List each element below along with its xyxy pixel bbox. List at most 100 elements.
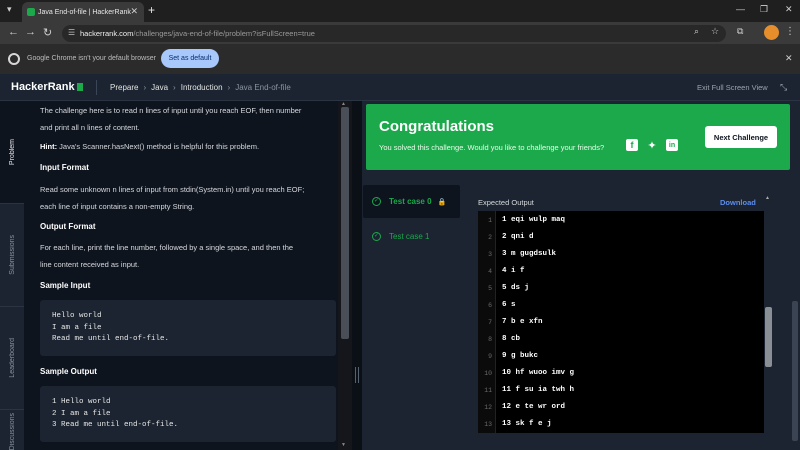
infobar-close-icon[interactable]: ✕ bbox=[785, 53, 793, 64]
output-format-line-1: For each line, print the line number, fo… bbox=[40, 243, 294, 252]
new-tab-icon[interactable]: + bbox=[148, 3, 155, 17]
output-line: 2 2 qni d bbox=[478, 230, 764, 247]
check-circle-icon: ✓ bbox=[372, 232, 381, 241]
tab-search-icon[interactable]: ▾ bbox=[7, 4, 12, 15]
output-format-line-2: line content received as input. bbox=[40, 260, 140, 269]
breadcrumb-java[interactable]: Java bbox=[151, 83, 168, 92]
reload-icon[interactable]: ↻ bbox=[43, 26, 52, 39]
line-text: 4 i f bbox=[502, 267, 525, 275]
output-scrollbar[interactable]: ▲ bbox=[764, 195, 773, 433]
profile-avatar[interactable] bbox=[764, 25, 779, 40]
test-case-0[interactable]: ✓ Test case 0 🔒 bbox=[363, 185, 460, 218]
line-number: 8 bbox=[488, 336, 492, 343]
chevron-right-icon: › bbox=[143, 83, 147, 92]
tab-close-icon[interactable]: ✕ bbox=[130, 6, 138, 17]
line-number: 3 bbox=[488, 251, 492, 258]
line-text: 1 eqi wulp maq bbox=[502, 216, 566, 224]
scrollbar-thumb[interactable] bbox=[792, 301, 798, 441]
congratulations-banner: Congratulations You solved this challeng… bbox=[366, 104, 790, 170]
panel-splitter[interactable] bbox=[352, 101, 362, 450]
output-line: 11 11 f su ia twh h bbox=[478, 383, 764, 400]
code-line: 3 Read me until end-of-file. bbox=[52, 421, 179, 429]
restore-icon[interactable]: ❐ bbox=[760, 4, 768, 15]
tab-submissions-label: Submissions bbox=[8, 235, 16, 275]
breadcrumb-current: Java End-of-file bbox=[235, 83, 291, 92]
code-line: Read me until end-of-file. bbox=[52, 335, 170, 343]
output-line: 9 9 g bukc bbox=[478, 349, 764, 366]
line-text: 5 ds j bbox=[502, 284, 530, 292]
download-link[interactable]: Download bbox=[720, 198, 756, 207]
hackerrank-logo[interactable]: HackerRank bbox=[11, 81, 83, 93]
output-line: 1 1 eqi wulp maq bbox=[478, 213, 764, 230]
breadcrumb-prepare[interactable]: Prepare bbox=[110, 83, 138, 92]
chevron-right-icon: › bbox=[227, 83, 231, 92]
output-line: 4 4 i f bbox=[478, 264, 764, 281]
tab-problem-label: Problem bbox=[8, 138, 16, 166]
scroll-down-icon[interactable]: ▼ bbox=[341, 442, 346, 448]
lock-icon: 🔒 bbox=[437, 198, 447, 206]
scroll-up-icon[interactable]: ▲ bbox=[765, 195, 770, 201]
left-rail: Problem Submissions Leaderboard Discussi… bbox=[0, 101, 24, 450]
back-icon[interactable]: ← bbox=[8, 26, 19, 38]
line-text: 9 g bukc bbox=[502, 352, 539, 360]
exit-fullscreen-link[interactable]: Exit Full Screen View bbox=[697, 83, 768, 92]
site-header: HackerRank Prepare › Java › Introduction… bbox=[0, 74, 800, 101]
line-number: 7 bbox=[488, 319, 492, 326]
problem-scrollbar[interactable]: ▲ ▼ bbox=[338, 101, 352, 450]
bookmark-star-icon[interactable]: ☆ bbox=[711, 26, 719, 37]
address-bar-row: ← → ↻ ☰ hackerrank.com/challenges/java-e… bbox=[0, 22, 800, 44]
output-line: 5 5 ds j bbox=[478, 281, 764, 298]
line-text: 3 m gugdsulk bbox=[502, 250, 557, 258]
line-text: 12 e te wr ord bbox=[502, 403, 566, 411]
code-line: Hello world bbox=[52, 312, 102, 320]
set-as-default-button[interactable]: Set as default bbox=[161, 49, 219, 68]
check-circle-icon: ✓ bbox=[372, 197, 381, 206]
line-text: 10 hf wuoo imv g bbox=[502, 369, 575, 377]
tab-leaderboard[interactable]: Leaderboard bbox=[0, 307, 24, 410]
expected-output-box: 1 1 eqi wulp maq 2 2 qni d 3 3 m gugdsulk 4… bbox=[478, 211, 764, 433]
tab-submissions[interactable]: Submissions bbox=[0, 204, 24, 307]
output-line: 13 13 sk f e j bbox=[478, 417, 764, 433]
problem-statement: The challenge here is to read n lines of… bbox=[24, 101, 338, 450]
test-case-1[interactable]: ✓ Test case 1 bbox=[363, 220, 460, 253]
line-number: 6 bbox=[488, 302, 492, 309]
output-line: 6 6 s bbox=[478, 298, 764, 315]
line-text: 11 f su ia twh h bbox=[502, 386, 575, 394]
hint-text: Java's Scanner.hasNext() method is helpf… bbox=[57, 142, 260, 151]
chrome-logo-icon bbox=[8, 53, 20, 65]
next-challenge-button[interactable]: Next Challenge bbox=[705, 126, 777, 148]
infobar-message: Google Chrome isn't your default browser bbox=[27, 55, 156, 62]
url-input[interactable]: ☰ hackerrank.com/challenges/java-end-of-… bbox=[62, 25, 726, 42]
minimize-icon[interactable]: — bbox=[736, 4, 745, 14]
window-close-icon[interactable]: ✕ bbox=[785, 4, 793, 15]
chrome-menu-icon[interactable]: ⋮ bbox=[785, 26, 795, 37]
tab-leaderboard-label: Leaderboard bbox=[8, 338, 16, 378]
browser-tab-bar: ▾ Java End-of-file | HackerRank ✕ + — ❐ … bbox=[0, 0, 800, 22]
chevron-right-icon: › bbox=[173, 83, 176, 92]
input-format-line-2: each line of input contains a non-empty … bbox=[40, 202, 195, 211]
test-case-label: Test case 0 bbox=[389, 197, 432, 206]
exit-fullscreen-icon[interactable]: ⤡ bbox=[780, 82, 787, 93]
intro-line-1: The challenge here is to read n lines of… bbox=[40, 106, 302, 115]
line-number: 9 bbox=[488, 353, 492, 360]
intro-line-2: and print all n lines of content. bbox=[40, 123, 140, 132]
site-info-icon[interactable]: ☰ bbox=[68, 28, 75, 37]
tab-discussions-label: Discussions bbox=[8, 412, 16, 450]
zoom-icon[interactable]: ⌕ bbox=[694, 26, 699, 37]
facebook-icon[interactable]: f bbox=[626, 139, 638, 151]
breadcrumb-introduction[interactable]: Introduction bbox=[181, 83, 223, 92]
extensions-icon[interactable]: ⧉ bbox=[737, 26, 743, 37]
tab-discussions[interactable]: Discussions bbox=[0, 410, 24, 450]
page-scrollbar[interactable] bbox=[790, 101, 800, 450]
scrollbar-thumb[interactable] bbox=[341, 107, 349, 339]
twitter-icon[interactable]: ✦ bbox=[646, 139, 658, 152]
linkedin-icon[interactable]: in bbox=[666, 139, 678, 151]
drag-handle-icon[interactable] bbox=[355, 367, 359, 383]
scrollbar-thumb[interactable] bbox=[765, 307, 772, 367]
tab-problem[interactable]: Problem bbox=[0, 101, 24, 204]
line-text: 7 b e xfn bbox=[502, 318, 543, 326]
output-line: 12 12 e te wr ord bbox=[478, 400, 764, 417]
line-text: 8 cb bbox=[502, 335, 521, 343]
browser-tab[interactable]: Java End-of-file | HackerRank ✕ bbox=[22, 2, 144, 22]
forward-icon[interactable]: → bbox=[25, 26, 36, 38]
